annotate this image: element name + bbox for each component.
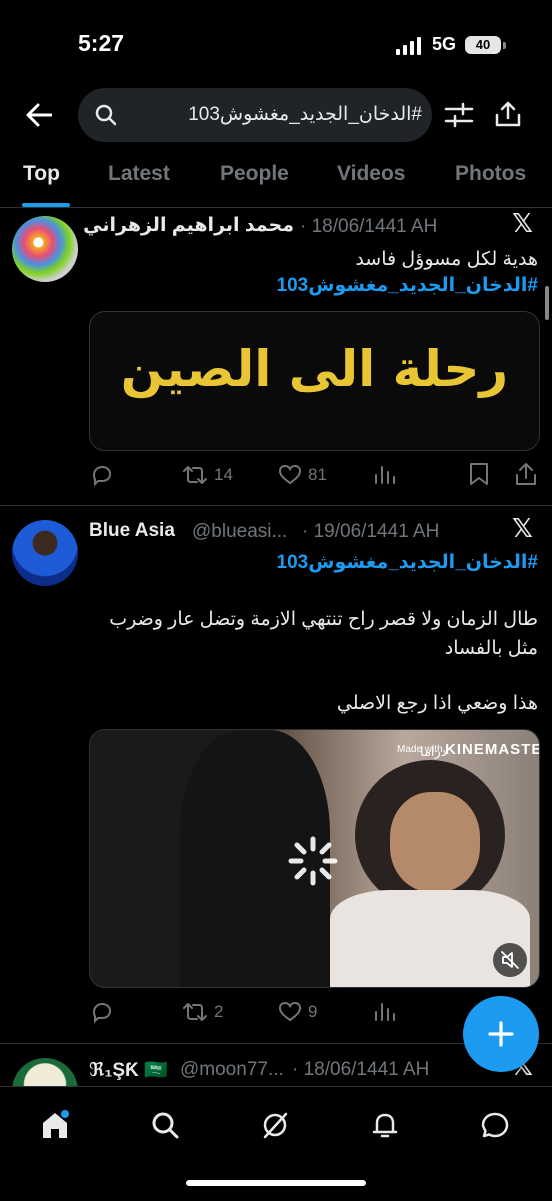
media-watermark: KINEMASTER xyxy=(445,741,539,758)
search-input[interactable]: #الدخان_الجديد_مغشوش103 xyxy=(78,88,432,142)
like-icon xyxy=(278,464,302,485)
tweet-date: · 19/06/1441 AH xyxy=(302,521,440,542)
nav-home[interactable] xyxy=(35,1105,75,1145)
media-watermark-prefix: Made with xyxy=(397,744,443,755)
retweet-button[interactable]: 14 xyxy=(182,463,233,487)
home-icon xyxy=(43,1110,69,1138)
back-arrow-icon xyxy=(26,103,52,127)
compose-icon xyxy=(488,1021,514,1047)
back-button[interactable] xyxy=(20,96,58,134)
nav-messages[interactable] xyxy=(475,1105,515,1145)
tweet-date: · 18/06/1441 AH xyxy=(300,216,438,237)
reply-icon xyxy=(92,1002,112,1024)
nav-notifications[interactable] xyxy=(365,1105,405,1145)
tweet-media-image[interactable]: رحلة الى الصين xyxy=(89,311,540,451)
network-type: 5G xyxy=(432,34,457,54)
tweet-hashtag[interactable]: #الدخان_الجديد_مغشوش103 xyxy=(277,274,538,297)
reply-button[interactable] xyxy=(90,1000,120,1024)
avatar[interactable] xyxy=(12,216,78,282)
search-icon xyxy=(152,1112,179,1139)
mute-icon xyxy=(501,951,519,969)
like-count: 81 xyxy=(308,465,327,484)
search-icon xyxy=(95,104,117,126)
tab-people[interactable]: People xyxy=(220,162,289,186)
like-icon xyxy=(278,1001,302,1022)
tweet-handle[interactable]: @blueasi... xyxy=(192,521,287,543)
nav-explore[interactable] xyxy=(145,1105,185,1145)
messages-icon xyxy=(481,1112,509,1138)
tab-latest[interactable]: Latest xyxy=(108,162,170,186)
home-indicator xyxy=(186,1180,366,1186)
x-logo-icon: 𝕏 xyxy=(512,208,533,238)
scrollbar[interactable] xyxy=(545,286,549,320)
tweet-author-name[interactable]: محمد ابراهيم الزهراني xyxy=(83,214,294,237)
tweet-author-name[interactable]: Blue Asia xyxy=(89,520,175,542)
tweet-hashtag[interactable]: #الدخان_الجديد_مغشوش103 xyxy=(277,551,538,574)
grok-icon xyxy=(263,1112,288,1139)
share-icon[interactable] xyxy=(493,99,523,129)
tab-photos[interactable]: Photos xyxy=(455,162,526,186)
like-button[interactable]: 9 xyxy=(278,1000,317,1024)
x-logo-icon: 𝕏 xyxy=(512,513,533,543)
tabs-divider xyxy=(0,207,552,208)
retweet-icon xyxy=(183,466,207,484)
media-caption: رحلة الى الصين xyxy=(120,340,509,398)
views-icon[interactable] xyxy=(372,1000,396,1024)
compose-button[interactable] xyxy=(463,996,539,1072)
tweet-handle[interactable]: @moon77... xyxy=(180,1059,284,1081)
tweet-text: مثل بالفساد xyxy=(444,638,538,659)
like-count: 9 xyxy=(308,1002,318,1021)
tweet-text: هدية لكل مسوؤل فاسد xyxy=(355,249,538,270)
notifications-icon xyxy=(372,1113,398,1138)
retweet-button[interactable]: 2 xyxy=(182,1000,223,1024)
share-icon[interactable] xyxy=(514,461,538,487)
search-query: #الدخان_الجديد_مغشوش103 xyxy=(188,104,422,125)
status-time: 5:27 xyxy=(78,30,125,56)
avatar[interactable] xyxy=(12,520,78,586)
filter-icon[interactable] xyxy=(443,101,475,129)
loading-spinner-icon xyxy=(288,836,338,886)
tweet-text: طال الزمان ولا قصر راح تنتهي الازمة وتضل… xyxy=(109,609,538,630)
retweet-count: 14 xyxy=(214,465,233,484)
reply-button[interactable] xyxy=(90,463,120,487)
mute-button[interactable] xyxy=(493,943,527,977)
like-button[interactable]: 81 xyxy=(278,463,327,487)
views-icon[interactable] xyxy=(372,463,396,487)
reply-icon xyxy=(92,465,112,487)
battery-indicator: 40 xyxy=(465,36,501,54)
tweet-media-video[interactable]: دراما Made with KINEMASTER xyxy=(89,729,540,988)
nav-grok[interactable] xyxy=(255,1105,295,1145)
media-face xyxy=(390,792,480,892)
retweet-icon xyxy=(183,1003,207,1021)
battery-tip xyxy=(503,42,506,49)
tweet-divider xyxy=(0,505,552,506)
retweet-count: 2 xyxy=(214,1002,224,1021)
tweet-author-name[interactable]: ℜ₁ŞƘ 🇸🇦 xyxy=(89,1058,168,1082)
tweet-date: · 18/06/1441 AH xyxy=(292,1059,430,1080)
signal-icon xyxy=(396,37,421,55)
tab-top[interactable]: Top xyxy=(23,162,60,186)
bookmark-icon[interactable] xyxy=(468,462,490,486)
tab-videos[interactable]: Videos xyxy=(337,162,405,186)
tweet-text: هذا وضعي اذا رجع الاصلي xyxy=(336,693,538,714)
